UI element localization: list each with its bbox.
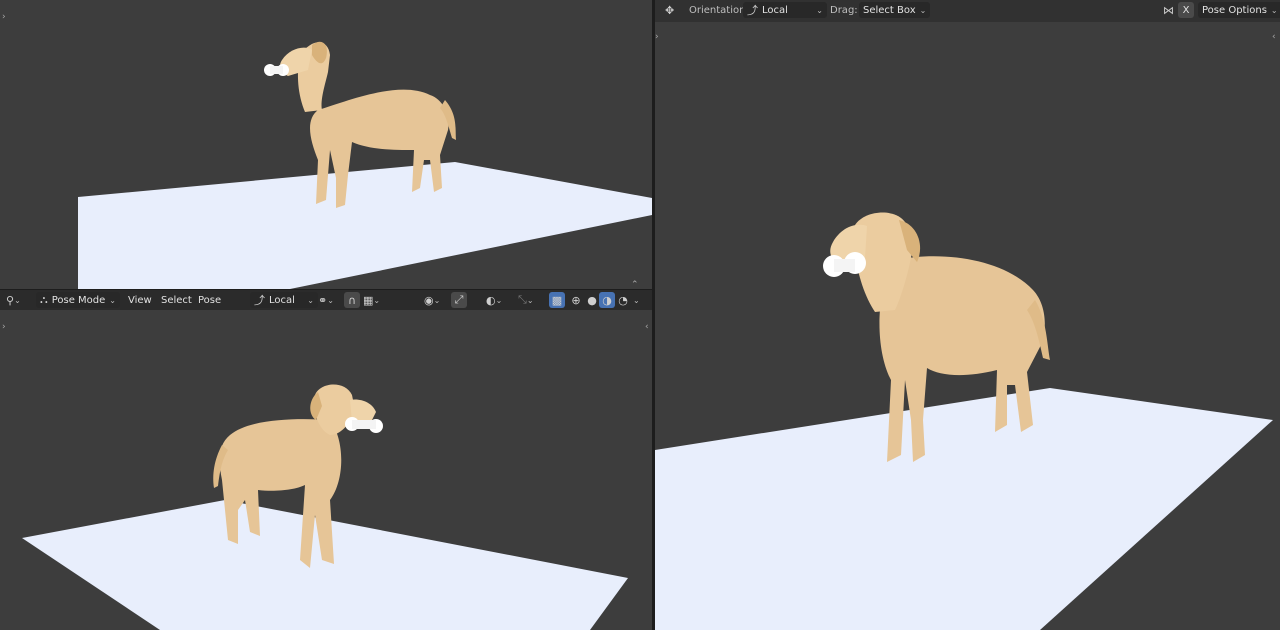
drag-label: Drag: (830, 4, 858, 16)
transform-pivot-button[interactable]: ⚭ ⌄ (318, 292, 334, 308)
viewport-right[interactable]: › ‹ (655, 0, 1280, 630)
expand-left-arrow-icon[interactable]: › (655, 32, 659, 42)
collapse-up-arrow-icon[interactable]: ⌃ (631, 280, 639, 289)
xray-icon: ⤡ (518, 293, 527, 306)
shading-rendered-button[interactable]: ◔ (615, 292, 631, 308)
mode-label: Pose Mode (51, 294, 106, 306)
chevron-down-icon: ⌄ (919, 5, 927, 15)
orientation-dropdown[interactable]: ⤴ Local ⌄ (250, 292, 318, 308)
menu-view[interactable]: View (128, 292, 152, 308)
chevron-down-icon: ⌄ (526, 295, 534, 305)
gizmo-toggle[interactable]: ⤢ (451, 292, 467, 308)
overlay-toggle[interactable]: ◐ ⌄ (486, 292, 502, 308)
eye-icon: ◉ (424, 293, 434, 307)
chevron-down-icon: ⌄ (14, 295, 21, 305)
expand-right-arrow-icon[interactable]: ‹ (1272, 32, 1276, 42)
orientation-icon: ⤴ (254, 294, 265, 307)
overlay-icon: ◐ (486, 293, 496, 307)
pose-options-dropdown[interactable]: Pose Options ⌄ (1198, 2, 1280, 18)
move-icon: ✥ (665, 3, 675, 17)
xray-toggle[interactable]: ⤡ ⌄ (518, 292, 534, 308)
proportional-edit-button[interactable]: ▦ ⌄ (363, 292, 380, 308)
chevron-down-icon: ⌄ (307, 295, 314, 305)
menu-select[interactable]: Select (161, 292, 192, 308)
orientation-dropdown[interactable]: ⤴ Local ⌄ (743, 2, 827, 18)
mirror-toggle-icon-button[interactable]: ⋈ (1163, 2, 1174, 18)
viewport-bottom-left[interactable]: › ‹ (0, 310, 652, 630)
visibility-dropdown[interactable]: ◉ ⌄ (424, 292, 440, 308)
chevron-down-icon: ⌄ (633, 295, 640, 305)
editor-type-button[interactable]: ⚲ ⌄ (6, 292, 21, 308)
viewport-top-left[interactable]: › ⌃ (0, 0, 652, 289)
menu-pose[interactable]: Pose (198, 292, 221, 308)
shading-wireframe-button[interactable]: ⊕ (568, 292, 584, 308)
viewport-header-bottom-left: ⚲ ⌄ ⛬ Pose Mode ⌄ View Select Pose ⤴ Loca… (0, 290, 652, 310)
mirror-icon: ⋈ (1163, 3, 1174, 17)
expand-right-arrow-icon[interactable]: ‹ (645, 322, 649, 332)
floor-plane (78, 162, 652, 289)
chevron-down-icon: ⌄ (1270, 5, 1278, 15)
shading-material-button[interactable]: ◑ (599, 292, 615, 308)
drag-dropdown[interactable]: Select Box ⌄ (859, 2, 931, 18)
scene-top-left (78, 41, 652, 289)
shading-solid-button[interactable]: ● (584, 292, 600, 308)
expand-left-arrow-icon[interactable]: › (2, 12, 6, 22)
orientation-value: Local (762, 4, 788, 16)
scene-bottom-left (22, 384, 628, 630)
chevron-down-icon: ⌄ (109, 295, 116, 305)
snap-toggle[interactable]: ∩ (344, 292, 360, 308)
orientation-icon: ⤴ (747, 4, 758, 17)
tool-settings-header: ✥ Orientation: ⤴ Local ⌄ Drag: Select Bo… (655, 0, 1280, 22)
material-icon: ◑ (602, 293, 612, 307)
expand-left-arrow-icon[interactable]: › (2, 322, 6, 332)
mirror-x-label: X (1182, 4, 1190, 16)
chevron-down-icon: ⌄ (327, 295, 334, 305)
solid-icon: ● (587, 293, 597, 307)
magnet-icon: ∩ (347, 293, 357, 307)
orientation-label: Local (269, 294, 295, 306)
mode-dropdown[interactable]: ⛬ Pose Mode ⌄ (36, 292, 120, 308)
rendered-icon: ◔ (618, 293, 628, 307)
xray-shading-toggle[interactable]: ▩ (549, 292, 565, 308)
shading-options-dropdown[interactable]: ⌄ (633, 292, 640, 308)
link-icon: ⚭ (318, 293, 328, 307)
wireframe-icon: ⊕ (571, 293, 581, 307)
floor-plane (655, 388, 1273, 630)
chevron-down-icon: ⌄ (816, 5, 823, 15)
drag-value: Select Box (863, 4, 916, 16)
pose-mode-icon: ⛬ (40, 293, 48, 306)
gizmo-icon: ⤢ (454, 293, 464, 306)
chevron-down-icon: ⌄ (495, 295, 503, 305)
orientation-label: Orientation: (689, 4, 749, 16)
chevron-down-icon: ⌄ (373, 295, 381, 305)
grid-icon: ▦ (363, 293, 374, 307)
active-tool-button[interactable]: ✥ (665, 2, 674, 18)
pose-options-label: Pose Options (1202, 4, 1267, 16)
checker-icon: ▩ (551, 293, 563, 307)
scene-right (655, 212, 1273, 630)
mirror-x-toggle[interactable]: X (1178, 2, 1194, 18)
camera-view-icon: ⚲ (6, 293, 15, 307)
chevron-down-icon: ⌄ (433, 295, 441, 305)
